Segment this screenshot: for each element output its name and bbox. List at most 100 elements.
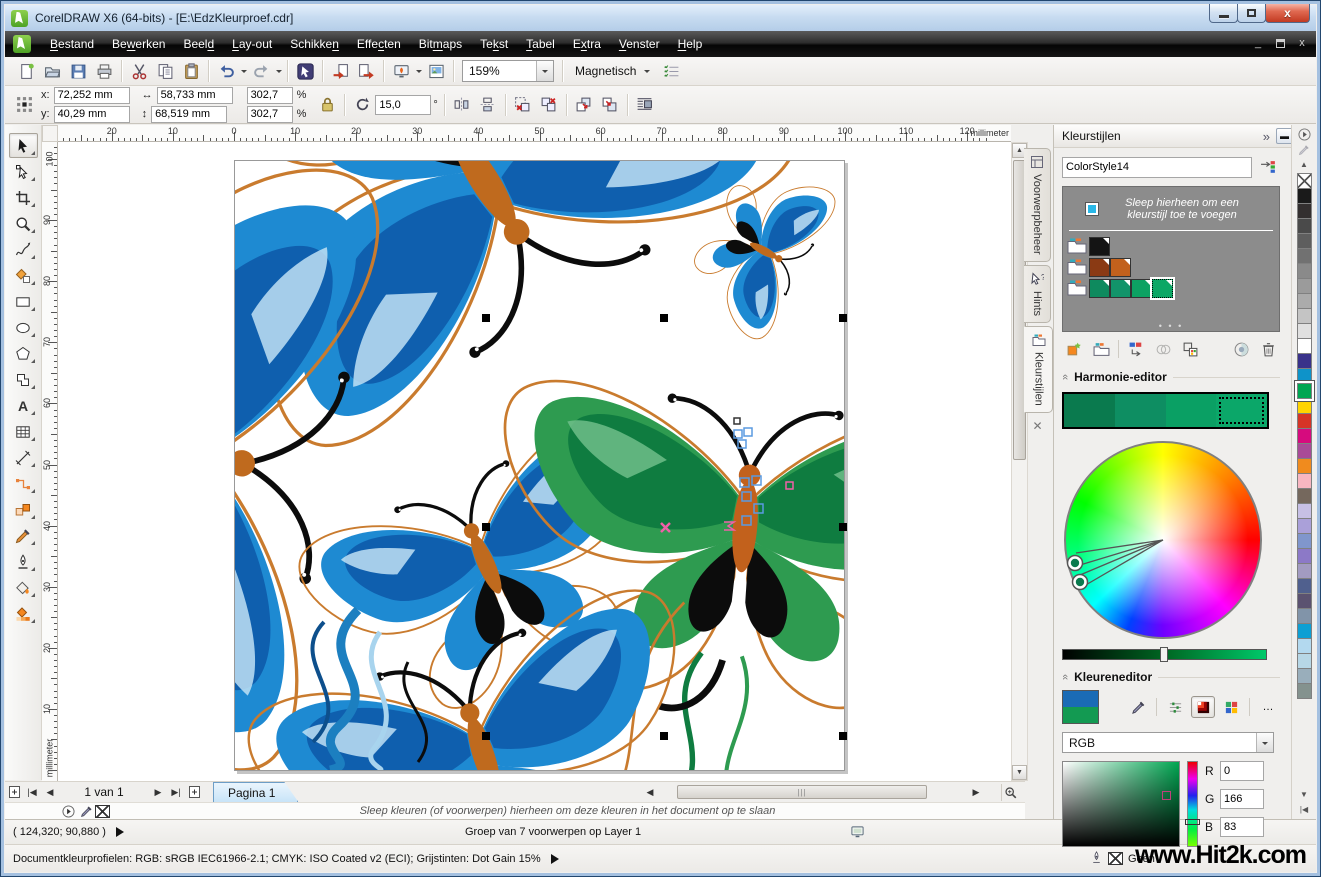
collapse-icon[interactable]: «: [1059, 674, 1071, 680]
minimize-button[interactable]: [1209, 4, 1238, 23]
palette-scroll-up-icon[interactable]: ▲: [1296, 157, 1313, 172]
menu-help[interactable]: Help: [669, 33, 712, 55]
table-tool[interactable]: [9, 419, 38, 444]
palette-swatch[interactable]: [1297, 548, 1312, 564]
palette-swatch[interactable]: [1297, 668, 1312, 684]
close-button[interactable]: x: [1265, 4, 1310, 23]
menu-bestand[interactable]: Bestand: [41, 33, 103, 55]
palette-scroll-down-icon[interactable]: ▼: [1296, 787, 1313, 802]
harmony-editor-header[interactable]: « Harmonie-editor: [1062, 370, 1280, 384]
hue-strip[interactable]: [1187, 761, 1198, 847]
palette-swatch[interactable]: [1297, 653, 1312, 669]
palette-swatch[interactable]: [1297, 578, 1312, 594]
b-value-input[interactable]: [1220, 817, 1264, 837]
outline-pen-tool[interactable]: [9, 549, 38, 574]
palette-swatch[interactable]: [1297, 188, 1312, 204]
outline-color-swatch[interactable]: [1108, 852, 1123, 865]
menu-extra[interactable]: Extra: [564, 33, 610, 55]
add-page-end-icon[interactable]: [185, 783, 203, 801]
restore-button[interactable]: [1237, 4, 1266, 23]
blend-tool[interactable]: [9, 497, 38, 522]
harmony-folder-icon[interactable]: [1067, 237, 1089, 256]
g-value-input[interactable]: [1220, 789, 1264, 809]
first-page-icon[interactable]: |◀: [23, 783, 41, 801]
drawing-canvas[interactable]: [58, 142, 1011, 781]
doc-minimize-icon[interactable]: _: [1252, 37, 1264, 51]
cut-icon[interactable]: [126, 59, 152, 83]
palette-swatch[interactable]: [1297, 428, 1312, 444]
palette-swatch[interactable]: [1297, 218, 1312, 234]
palette-swatch[interactable]: [1297, 278, 1312, 294]
scroll-right-icon[interactable]: ▶: [967, 783, 985, 801]
butterfly-left-edge[interactable]: [58, 142, 388, 778]
horizontal-scroll-thumb[interactable]: |||: [677, 785, 927, 799]
saturation-picker[interactable]: [1062, 761, 1180, 847]
palette-swatch[interactable]: [1297, 608, 1312, 624]
import-icon[interactable]: [327, 59, 353, 83]
palette-expand-icon[interactable]: |◀: [1296, 802, 1313, 817]
horizontal-scrollbar[interactable]: ◀ ||| ▶: [641, 784, 985, 800]
hue-marker[interactable]: [1185, 819, 1200, 825]
harmony-options-icon[interactable]: [1229, 338, 1253, 360]
open-folder-icon[interactable]: [39, 59, 65, 83]
brightness-slider[interactable]: [1062, 649, 1267, 660]
zoom-level-select[interactable]: 159%: [462, 60, 554, 82]
palette-swatch[interactable]: [1297, 248, 1312, 264]
palette-swatch[interactable]: [1297, 563, 1312, 579]
merge-styles-icon[interactable]: [1151, 338, 1175, 360]
palette-no-color-swatch[interactable]: [1297, 173, 1312, 189]
style-drop-area[interactable]: Sleep hierheen om een kleurstijl toe te …: [1062, 186, 1280, 332]
menu-tabel[interactable]: Tabel: [517, 33, 564, 55]
palette-swatch[interactable]: [1297, 338, 1312, 354]
palette-swatch[interactable]: [1297, 323, 1312, 339]
docker-flyout-icon[interactable]: »: [1263, 129, 1270, 144]
palette-swatch[interactable]: [1297, 353, 1312, 369]
doc-close-icon[interactable]: x: [1296, 37, 1308, 51]
color-model-select[interactable]: RGB: [1062, 732, 1274, 753]
harmony-swatch[interactable]: [1166, 394, 1217, 427]
snap-to-select[interactable]: Magnetisch: [567, 64, 658, 78]
color-style-swatch[interactable]: [1152, 279, 1173, 298]
page-tab[interactable]: Pagina 1: [213, 782, 298, 802]
palette-swatch[interactable]: [1297, 308, 1312, 324]
launcher-dropdown-icon[interactable]: [414, 59, 423, 83]
ungroup-all-icon[interactable]: [536, 93, 562, 117]
scale-x-input[interactable]: [247, 87, 293, 104]
palette-swatch[interactable]: [1297, 683, 1312, 699]
polygon-tool[interactable]: [9, 341, 38, 366]
menu-tekst[interactable]: Tekst: [471, 33, 517, 55]
color-style-swatch[interactable]: [1110, 279, 1131, 298]
object-height-input[interactable]: [151, 106, 227, 123]
editor-eyedropper-icon[interactable]: [1126, 696, 1150, 718]
docker-tab-voorwerpbeheer[interactable]: Voorwerpbeheer: [1024, 148, 1051, 262]
position-grid-icon[interactable]: [11, 93, 37, 117]
palette-swatch[interactable]: [1297, 473, 1312, 489]
welcome-screen-icon[interactable]: [423, 59, 449, 83]
palette-swatch[interactable]: [1297, 383, 1312, 399]
export-icon[interactable]: [353, 59, 379, 83]
scale-y-input[interactable]: [247, 106, 293, 123]
connector-tool[interactable]: [9, 471, 38, 496]
x-position-input[interactable]: [54, 87, 130, 104]
harmony-folder-icon[interactable]: [1067, 279, 1089, 298]
palette-swatch[interactable]: [1297, 233, 1312, 249]
horizontal-ruler[interactable]: millimeter201001020304050607080901001101…: [58, 125, 1011, 142]
rectangle-tool[interactable]: [9, 289, 38, 314]
palette-swatch[interactable]: [1297, 263, 1312, 279]
ungroup-icon[interactable]: [510, 93, 536, 117]
harmony-swatch[interactable]: [1064, 394, 1115, 427]
auto-create-styles-icon[interactable]: [1256, 156, 1280, 178]
wrap-text-icon[interactable]: [632, 93, 658, 117]
undo-dropdown-icon[interactable]: [239, 59, 248, 83]
color-editor-header[interactable]: « Kleureneditor: [1062, 670, 1280, 684]
crop-tool[interactable]: [9, 185, 38, 210]
palette-swatch[interactable]: [1297, 203, 1312, 219]
palette-flyout-icon[interactable]: [1296, 127, 1313, 142]
menu-effecten[interactable]: Effecten: [348, 33, 410, 55]
color-viewers-icon[interactable]: [1191, 696, 1215, 718]
smart-fill-tool[interactable]: [9, 263, 38, 288]
freehand-tool[interactable]: [9, 237, 38, 262]
menu-lay-out[interactable]: Lay-out: [223, 33, 281, 55]
color-proof-monitor-icon[interactable]: [850, 825, 865, 842]
scroll-left-icon[interactable]: ◀: [641, 783, 659, 801]
